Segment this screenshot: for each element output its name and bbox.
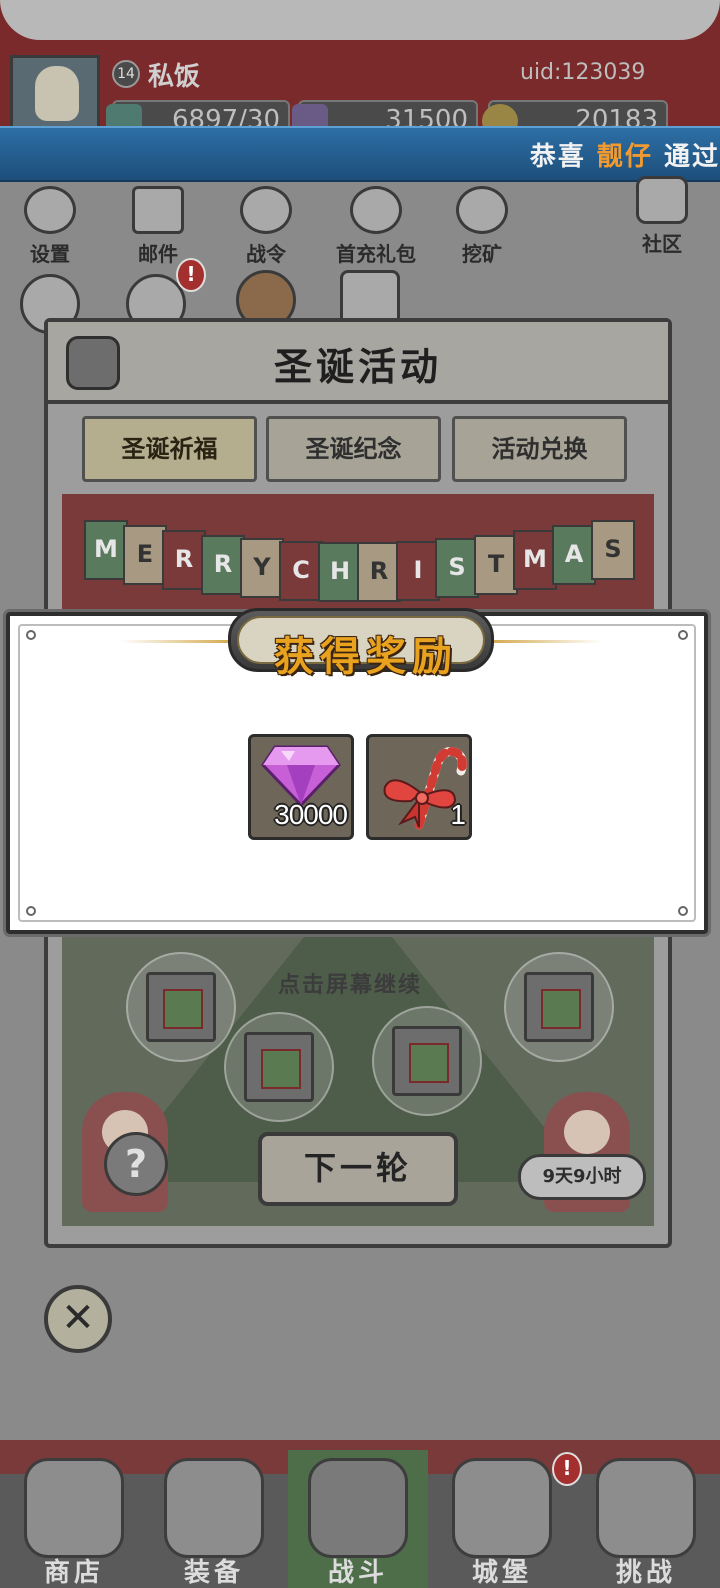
reward-item-diamonds[interactable]: 30000 — [248, 734, 354, 840]
war-order-button[interactable]: 战令 — [226, 186, 306, 267]
reward-title-inner: 获得奖励 — [237, 616, 485, 680]
settings-label: 设置 — [30, 242, 70, 266]
banner-flag-letter: R — [357, 542, 401, 602]
reward-title: 获得奖励 — [274, 634, 458, 680]
war-order-icon — [240, 186, 292, 234]
mail-button[interactable]: 邮件 — [118, 186, 198, 267]
gift-box-icon — [244, 1032, 314, 1102]
banner-flag-letter: Y — [240, 538, 284, 598]
castle-icon — [452, 1458, 552, 1558]
mail-icon — [132, 186, 184, 234]
nav-equipment[interactable]: 装备 — [144, 1450, 284, 1588]
reward-item-candy-cane[interactable]: 1 — [366, 734, 472, 840]
event-timer: 9天9小时 — [518, 1154, 646, 1200]
nav-label: 城堡 — [471, 1558, 532, 1588]
santa-face — [564, 1110, 610, 1154]
gift-box-icon — [392, 1026, 462, 1096]
crossed-swords-icon — [308, 1458, 408, 1558]
backpack-icon — [164, 1458, 264, 1558]
corner-rivet — [678, 630, 688, 640]
close-button[interactable]: ✕ — [44, 1285, 112, 1353]
banner-flag-letter: C — [279, 541, 323, 601]
banner-flag-letter: M — [513, 530, 557, 590]
nav-challenge[interactable]: 挑战 — [576, 1450, 716, 1588]
banner-flag-letter: S — [435, 538, 479, 598]
marquee-suffix: 通过 — [663, 142, 720, 172]
tab-event-exchange[interactable]: 活动兑换 — [452, 416, 627, 482]
reward-modal[interactable]: 获得奖励 30000 1 — [6, 608, 708, 934]
tab-christmas-blessing[interactable]: 圣诞祈福 — [82, 416, 257, 482]
notification-badge: ! — [176, 258, 206, 292]
nav-label: 装备 — [183, 1558, 244, 1588]
reward-title-plaque: 获得奖励 — [228, 608, 494, 680]
banner-flag-letter: M — [84, 520, 128, 580]
corner-rivet — [678, 906, 688, 916]
marquee-text: 恭喜 靓仔 通过 — [530, 136, 720, 173]
next-round-button[interactable]: 下一轮 — [258, 1132, 458, 1206]
community-button[interactable]: 社区 — [622, 176, 702, 257]
title-gold-line-right — [492, 640, 602, 643]
mining-label: 挖矿 — [462, 242, 502, 266]
corner-rivet — [26, 630, 36, 640]
marquee-player: 靓仔 — [596, 142, 653, 172]
banner-flag-letter: I — [396, 541, 440, 601]
first-recharge-gift-icon — [350, 186, 402, 234]
announcement-marquee: 恭喜 靓仔 通过 — [0, 126, 720, 182]
first-recharge-label: 首充礼包 — [336, 242, 416, 266]
marquee-prefix: 恭喜 — [529, 142, 586, 172]
war-order-label: 战令 — [246, 242, 286, 266]
gift-box-icon — [146, 972, 216, 1042]
home-icon — [636, 176, 688, 224]
banner-flag-letter: R — [201, 535, 245, 595]
mining-icon — [456, 186, 508, 234]
mail-label: 邮件 — [138, 242, 178, 266]
reward-quantity: 1 — [450, 799, 466, 830]
nav-shop[interactable]: 商店 — [4, 1450, 144, 1588]
player-uid: uid:123039 — [520, 60, 646, 85]
settings-button[interactable]: 设置 — [10, 186, 90, 267]
nav-castle[interactable]: 城堡 — [432, 1450, 572, 1588]
event-title: 圣诞活动 — [273, 345, 442, 389]
corner-rivet — [26, 906, 36, 916]
tap-to-continue-hint: 点击屏幕继续 — [278, 973, 423, 998]
shield-icon — [596, 1458, 696, 1558]
banner-flag-letter: S — [591, 520, 635, 580]
gift-box-icon — [524, 972, 594, 1042]
community-label: 社区 — [642, 232, 682, 256]
nav-label: 商店 — [43, 1558, 104, 1588]
first-recharge-button[interactable]: 首充礼包 — [326, 186, 426, 267]
nav-battle[interactable]: 战斗 — [288, 1450, 428, 1588]
player-name: 私饭 — [148, 62, 201, 92]
shop-icon — [24, 1458, 124, 1558]
mining-button[interactable]: 挖矿 — [442, 186, 522, 267]
banner-flag-letter: H — [318, 542, 362, 602]
gear-icon — [24, 186, 76, 234]
reward-quantity: 30000 — [274, 799, 348, 830]
player-level-badge: 14 — [112, 60, 140, 88]
question-mystery-icon[interactable]: ? — [104, 1132, 168, 1196]
banner-flag-letter: E — [123, 525, 167, 585]
avatar-face — [35, 66, 79, 121]
banner-flag-letter: T — [474, 535, 518, 595]
tab-christmas-memorial[interactable]: 圣诞纪念 — [266, 416, 441, 482]
nav-label: 战斗 — [327, 1558, 388, 1588]
banner-flag-letter: A — [552, 525, 596, 585]
snow-cap — [0, 0, 720, 40]
event-header: 圣诞活动 — [48, 322, 668, 404]
banner-flag-letter: R — [162, 530, 206, 590]
player-avatar[interactable] — [10, 55, 100, 130]
nav-label: 挑战 — [615, 1558, 676, 1588]
title-gold-line-left — [120, 640, 230, 643]
